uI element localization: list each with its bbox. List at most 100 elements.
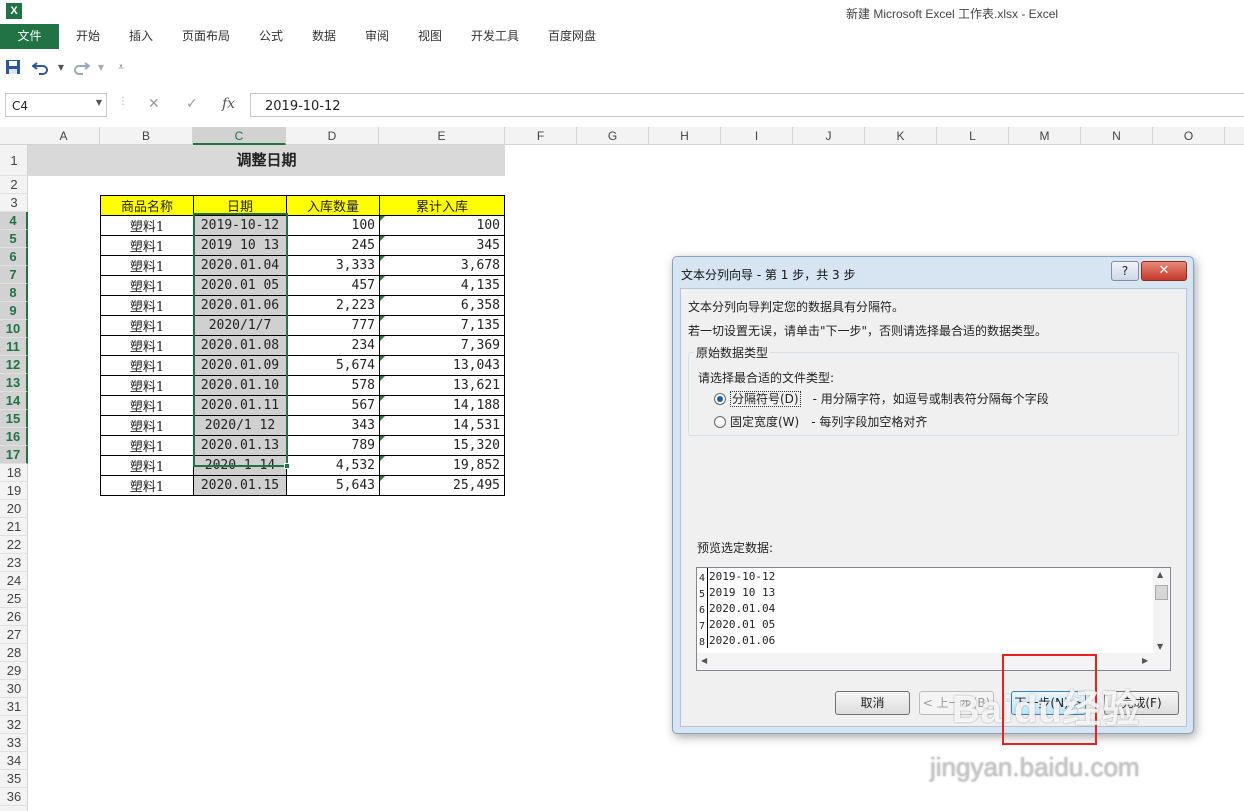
name-box[interactable]: C4 ▼ bbox=[5, 93, 107, 117]
table-cell[interactable]: 塑料1 bbox=[100, 415, 194, 436]
row-header[interactable]: 3 bbox=[0, 194, 28, 212]
table-cell[interactable]: 塑料1 bbox=[100, 335, 194, 356]
table-cell[interactable]: 2020/1 12 bbox=[193, 415, 287, 436]
table-cell[interactable]: 2020.01.11 bbox=[193, 395, 287, 416]
table-cell[interactable]: 2020.01.04 bbox=[193, 255, 287, 276]
row-header[interactable]: 32 bbox=[0, 716, 28, 734]
column-header-a[interactable]: A bbox=[28, 127, 100, 145]
table-cell[interactable]: 4,532 bbox=[286, 455, 380, 476]
row-header[interactable]: 20 bbox=[0, 500, 28, 518]
save-icon[interactable] bbox=[4, 59, 22, 77]
row-header[interactable]: 15 bbox=[0, 410, 28, 428]
row-header[interactable]: 17 bbox=[0, 446, 28, 464]
tab-page-layout[interactable]: 页面布局 bbox=[180, 24, 232, 49]
insert-function-icon[interactable]: fx bbox=[222, 96, 235, 112]
undo-icon[interactable] bbox=[31, 59, 50, 77]
row-header[interactable]: 6 bbox=[0, 248, 28, 266]
radio-fixed-width[interactable]: 固定宽度(W) - 每列字段加空格对齐 bbox=[714, 413, 927, 430]
help-button[interactable]: ? bbox=[1111, 261, 1139, 281]
radio-delimited-label[interactable]: 分隔符号(D) bbox=[730, 391, 801, 407]
customize-qat-icon[interactable]: ⩡ bbox=[112, 59, 130, 77]
tab-insert[interactable]: 插入 bbox=[127, 24, 155, 49]
radio-delimited[interactable]: 分隔符号(D) - 用分隔字符，如逗号或制表符分隔每个字段 bbox=[714, 390, 1049, 407]
formula-input[interactable]: 2019-10-12 bbox=[250, 93, 1244, 117]
table-cell[interactable]: 塑料1 bbox=[100, 295, 194, 316]
row-header[interactable]: 7 bbox=[0, 266, 28, 284]
row-header[interactable]: 9 bbox=[0, 302, 28, 320]
sheet-title-cell[interactable]: 调整日期 bbox=[28, 145, 505, 176]
back-button[interactable]: < 上一步(B) bbox=[919, 691, 994, 715]
column-header-b[interactable]: B bbox=[100, 127, 193, 145]
table-cell[interactable]: 2019 10 13 bbox=[193, 235, 287, 256]
table-cell[interactable]: 2020.01 05 bbox=[193, 275, 287, 296]
row-header[interactable]: 10 bbox=[0, 320, 28, 338]
row-header[interactable]: 22 bbox=[0, 536, 28, 554]
table-cell[interactable]: 5,674 bbox=[286, 355, 380, 376]
column-header-n[interactable]: N bbox=[1081, 127, 1153, 145]
table-cell[interactable]: 塑料1 bbox=[100, 435, 194, 456]
row-header[interactable]: 13 bbox=[0, 374, 28, 392]
scroll-thumb[interactable] bbox=[1155, 585, 1168, 600]
scroll-left-icon[interactable]: ◀ bbox=[701, 656, 707, 665]
radio-unchecked-icon[interactable] bbox=[714, 416, 726, 428]
cancel-button[interactable]: 取消 bbox=[835, 691, 910, 715]
preview-vertical-scrollbar[interactable]: ▲ ▼ bbox=[1153, 568, 1170, 654]
table-cell[interactable]: 7,135 bbox=[379, 315, 505, 336]
scroll-down-icon[interactable]: ▼ bbox=[1157, 642, 1163, 651]
table-cell[interactable]: 塑料1 bbox=[100, 455, 194, 476]
table-cell[interactable]: 2020.01.06 bbox=[193, 295, 287, 316]
row-header[interactable]: 33 bbox=[0, 734, 28, 752]
column-header-e[interactable]: E bbox=[379, 127, 505, 145]
column-header-m[interactable]: M bbox=[1009, 127, 1081, 145]
scroll-right-icon[interactable]: ▶ bbox=[1142, 656, 1148, 665]
table-cell[interactable]: 塑料1 bbox=[100, 475, 194, 496]
table-cell[interactable]: 343 bbox=[286, 415, 380, 436]
column-header-h[interactable]: H bbox=[649, 127, 721, 145]
radio-checked-icon[interactable] bbox=[714, 393, 726, 405]
table-cell[interactable]: 13,621 bbox=[379, 375, 505, 396]
tab-file[interactable]: 文件 bbox=[0, 24, 59, 49]
table-cell[interactable]: 25,495 bbox=[379, 475, 505, 496]
enter-icon[interactable]: ✓ bbox=[186, 96, 198, 112]
row-header[interactable]: 16 bbox=[0, 428, 28, 446]
row-header[interactable]: 36 bbox=[0, 788, 28, 806]
undo-dropdown-icon[interactable]: ▼ bbox=[52, 59, 70, 77]
finish-button[interactable]: 完成(F) bbox=[1104, 691, 1179, 715]
header-cell[interactable]: 入库数量 bbox=[286, 195, 380, 216]
row-header[interactable]: 34 bbox=[0, 752, 28, 770]
table-cell[interactable]: 2020.01.15 bbox=[193, 475, 287, 496]
header-cell[interactable]: 日期 bbox=[193, 195, 287, 216]
table-cell[interactable]: 14,188 bbox=[379, 395, 505, 416]
table-cell[interactable]: 14,531 bbox=[379, 415, 505, 436]
row-header[interactable]: 18 bbox=[0, 464, 28, 482]
column-header-d[interactable]: D bbox=[286, 127, 379, 145]
table-cell[interactable]: 塑料1 bbox=[100, 235, 194, 256]
row-header[interactable]: 24 bbox=[0, 572, 28, 590]
table-cell[interactable]: 13,043 bbox=[379, 355, 505, 376]
redo-dropdown-icon[interactable]: ▼ bbox=[92, 59, 110, 77]
scroll-up-icon[interactable]: ▲ bbox=[1157, 570, 1163, 579]
radio-fixed-width-label[interactable]: 固定宽度(W) bbox=[730, 415, 799, 429]
table-cell[interactable]: 2020-1 14 bbox=[193, 455, 287, 476]
cancel-icon[interactable]: ✕ bbox=[148, 96, 160, 112]
row-header[interactable]: 31 bbox=[0, 698, 28, 716]
row-header[interactable]: 11 bbox=[0, 338, 28, 356]
column-header-l[interactable]: L bbox=[937, 127, 1009, 145]
chevron-down-icon[interactable]: ▼ bbox=[96, 98, 102, 107]
header-cell[interactable]: 累计入库 bbox=[379, 195, 505, 216]
table-cell[interactable]: 6,358 bbox=[379, 295, 505, 316]
table-cell[interactable]: 457 bbox=[286, 275, 380, 296]
row-header[interactable]: 21 bbox=[0, 518, 28, 536]
row-header[interactable]: 27 bbox=[0, 626, 28, 644]
tab-data[interactable]: 数据 bbox=[310, 24, 338, 49]
tab-developer[interactable]: 开发工具 bbox=[469, 24, 521, 49]
table-cell[interactable]: 100 bbox=[286, 215, 380, 236]
table-cell[interactable]: 2020.01.09 bbox=[193, 355, 287, 376]
row-header[interactable]: 2 bbox=[0, 176, 28, 194]
table-cell[interactable]: 100 bbox=[379, 215, 505, 236]
row-header[interactable]: 28 bbox=[0, 644, 28, 662]
next-button[interactable]: 下一步(N) > bbox=[1011, 691, 1086, 715]
tab-home[interactable]: 开始 bbox=[74, 24, 102, 49]
row-header[interactable]: 12 bbox=[0, 356, 28, 374]
column-header-c[interactable]: C bbox=[193, 127, 286, 145]
